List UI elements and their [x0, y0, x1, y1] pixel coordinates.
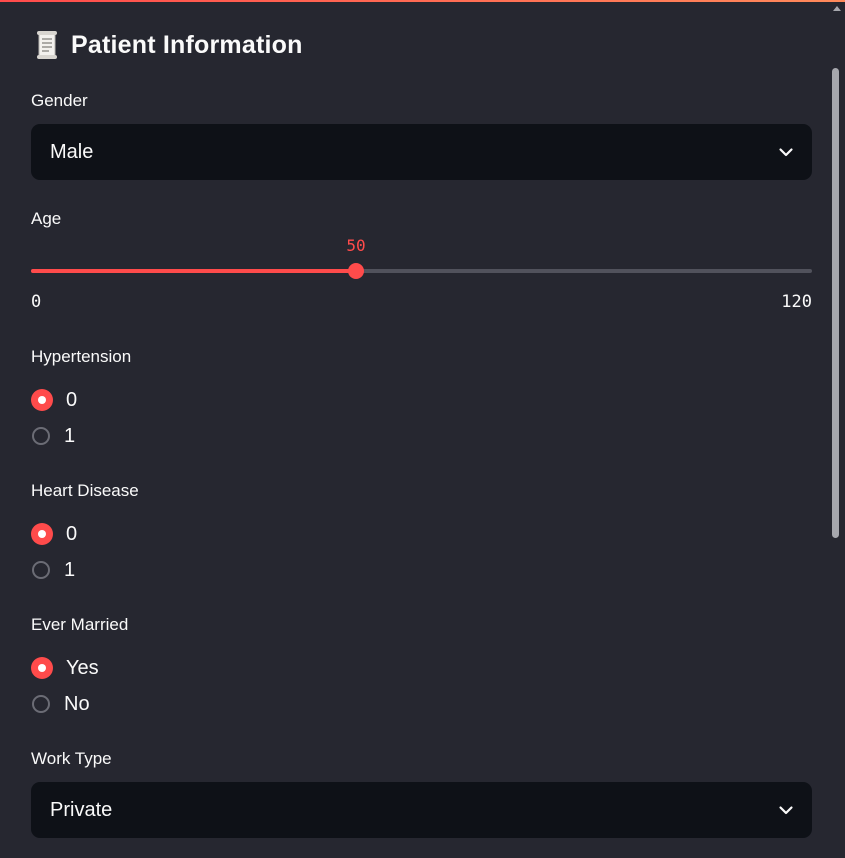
radio-option-label: Yes — [66, 656, 99, 679]
age-slider[interactable]: 50 0 120 — [31, 234, 812, 314]
heart-disease-option-1[interactable]: 1 — [31, 557, 75, 583]
radio-checked-icon[interactable] — [31, 523, 53, 545]
age-slider-min: 0 — [31, 292, 42, 312]
age-slider-value: 50 — [346, 236, 366, 255]
radio-option-label: 1 — [64, 558, 76, 581]
age-slider-fill — [31, 269, 356, 273]
radio-option-label: No — [64, 692, 90, 715]
section-header: Patient Information — [35, 28, 303, 62]
chevron-down-icon — [778, 802, 794, 818]
scrollbar-thumb[interactable] — [832, 68, 839, 538]
age-slider-max: 120 — [781, 292, 812, 312]
sidebar-panel: Patient Information Gender Male Age 50 0… — [0, 0, 845, 858]
radio-unchecked-icon[interactable] — [32, 561, 50, 579]
work-type-select[interactable]: Private — [31, 782, 812, 838]
scroll-up-arrow-icon[interactable] — [832, 0, 842, 11]
radio-option-label: 0 — [66, 522, 78, 545]
hypertension-label: Hypertension — [31, 347, 132, 366]
hypertension-option-0[interactable]: 0 — [31, 387, 77, 413]
scroll-icon — [35, 30, 59, 60]
heart-disease-option-0[interactable]: 0 — [31, 521, 77, 547]
age-slider-thumb[interactable] — [348, 263, 364, 279]
age-label: Age — [31, 209, 62, 228]
radio-checked-icon[interactable] — [31, 657, 53, 679]
hypertension-option-1[interactable]: 1 — [31, 423, 75, 449]
radio-unchecked-icon[interactable] — [32, 427, 50, 445]
age-slider-track[interactable] — [31, 269, 812, 273]
ever-married-option-yes[interactable]: Yes — [31, 655, 99, 681]
chevron-down-icon — [778, 144, 794, 160]
radio-checked-icon[interactable] — [31, 389, 53, 411]
radio-unchecked-icon[interactable] — [32, 695, 50, 713]
radio-option-label: 0 — [66, 388, 78, 411]
ever-married-option-no[interactable]: No — [31, 691, 90, 717]
gender-selected-value: Male — [50, 140, 94, 163]
top-accent-bar — [0, 0, 845, 2]
work-type-label: Work Type — [31, 749, 112, 768]
work-type-selected-value: Private — [50, 798, 113, 821]
heart-disease-label: Heart Disease — [31, 481, 139, 500]
radio-option-label: 1 — [64, 424, 76, 447]
ever-married-label: Ever Married — [31, 615, 129, 634]
page-title: Patient Information — [71, 30, 303, 59]
gender-select[interactable]: Male — [31, 124, 812, 180]
gender-label: Gender — [31, 91, 88, 110]
